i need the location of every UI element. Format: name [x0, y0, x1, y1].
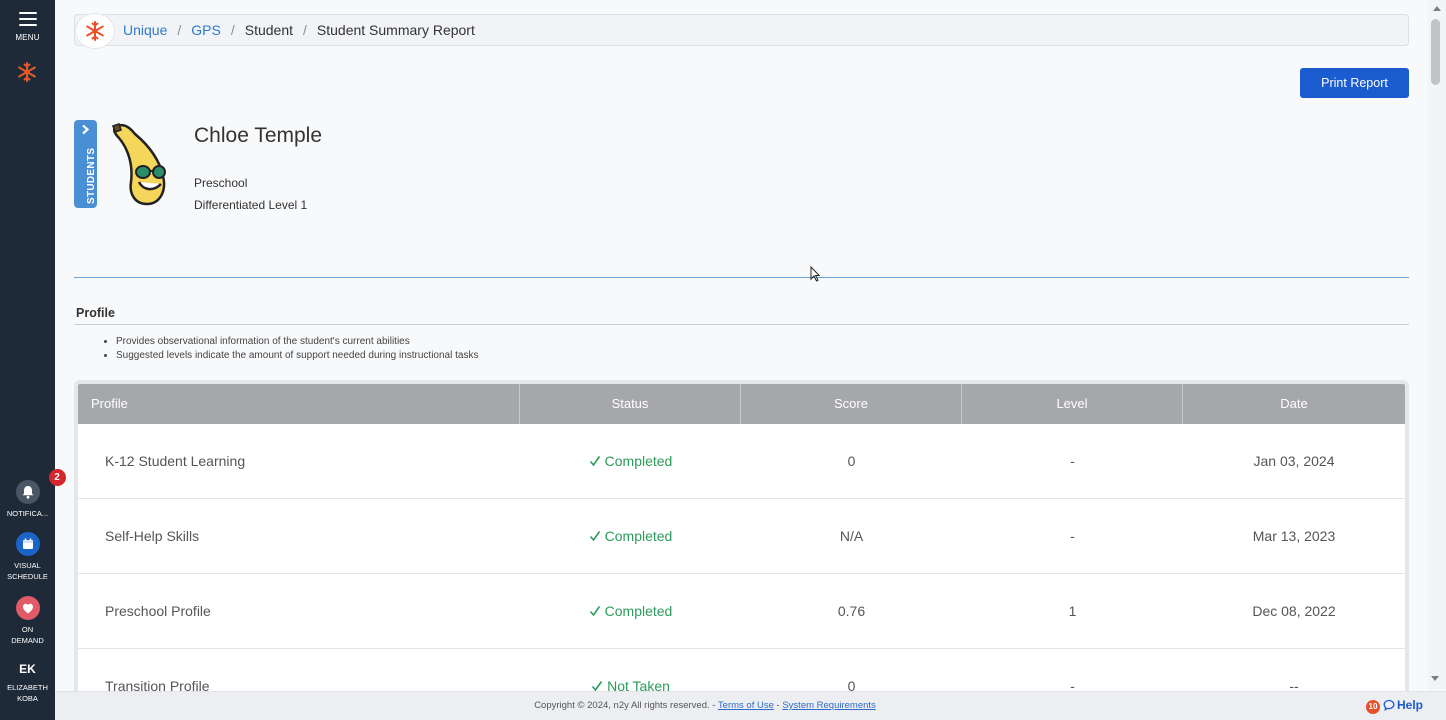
date-cell: Dec 08, 2022: [1252, 603, 1336, 619]
student-grade: Preschool: [194, 176, 248, 190]
breadcrumb-unique[interactable]: Unique: [123, 22, 167, 38]
user-account-button[interactable]: EK ELIZABETH KOBA: [0, 662, 55, 704]
mouse-cursor-icon: [810, 266, 820, 282]
students-panel-toggle[interactable]: STUDENTS: [74, 120, 97, 208]
notifications-label: NOTIFICA...: [6, 509, 49, 518]
print-report-button[interactable]: Print Report: [1300, 68, 1409, 98]
bell-icon: 2: [15, 469, 66, 504]
checkmark-icon: [589, 456, 600, 467]
student-avatar-banana: [112, 123, 166, 206]
column-header-score[interactable]: Score: [741, 384, 962, 424]
user-name-line2: KOBA: [17, 694, 38, 703]
home-logo[interactable]: [75, 13, 115, 49]
status-cell: Completed: [520, 574, 741, 649]
table-row[interactable]: K-12 Student Learning Completed 0 - Jan …: [78, 424, 1405, 499]
profile-description-list: Provides observational information of th…: [104, 335, 478, 363]
left-rail: MENU 2 NOTIFICA... VISUAL SCHEDULE ON DE…: [0, 0, 66, 720]
notifications-button[interactable]: 2 NOTIFICA...: [0, 469, 66, 519]
table-row[interactable]: Self-Help Skills Completed N/A - Mar 13,…: [78, 499, 1405, 574]
date-cell: Mar 13, 2023: [1252, 528, 1336, 544]
status-text: Completed: [604, 603, 673, 619]
breadcrumb: Unique / GPS / Student / Student Summary Repor…: [74, 13, 1409, 49]
status-cell: Completed: [520, 499, 741, 574]
calendar-icon: [15, 532, 40, 556]
status-cell: Completed: [520, 424, 741, 499]
profile-bullet: Suggested levels indicate the amount of …: [116, 349, 478, 363]
breadcrumb-separator: /: [230, 22, 235, 38]
terms-of-use-link[interactable]: Terms of Use: [718, 700, 774, 711]
help-count-badge: 10: [1366, 700, 1380, 714]
snowflake-logo-icon[interactable]: [16, 61, 38, 83]
visual-schedule-label-1: VISUAL: [14, 561, 41, 570]
heart-icon: [15, 596, 40, 620]
menu-label: MENU: [15, 33, 40, 42]
footer-dash: -: [776, 700, 780, 711]
profile-section-title: Profile: [76, 306, 115, 320]
checkmark-icon: [589, 606, 600, 617]
system-requirements-link[interactable]: System Requirements: [782, 700, 875, 711]
breadcrumb-separator: /: [303, 22, 307, 38]
column-header-date[interactable]: Date: [1183, 384, 1405, 424]
profile-section-rule: [74, 324, 1409, 325]
help-label: Help: [1397, 698, 1424, 712]
scroll-down-arrow-icon[interactable]: [1431, 676, 1439, 681]
user-name-line1: ELIZABETH: [7, 683, 48, 692]
table-header: Profile Status Score Level Date: [78, 384, 1405, 424]
column-header-status[interactable]: Status: [520, 384, 741, 424]
checkmark-icon: [589, 531, 600, 542]
breadcrumb-gps[interactable]: GPS: [191, 22, 221, 38]
score-cell: 0.76: [837, 603, 866, 619]
scroll-up-arrow-icon[interactable]: [1433, 6, 1441, 11]
profile-bullet: Provides observational information of th…: [116, 335, 478, 349]
user-initials: EK: [19, 662, 36, 676]
table-row[interactable]: Preschool Profile Completed 0.76 1 Dec 0…: [78, 574, 1405, 649]
date-cell: Jan 03, 2024: [1253, 453, 1335, 469]
page-scrollbar[interactable]: [1428, 0, 1446, 690]
notification-count-badge: 2: [48, 469, 66, 486]
copyright-text: Copyright © 2024, n2y All rights reserve…: [534, 700, 716, 711]
snowflake-icon: [86, 21, 104, 41]
visual-schedule-label-2: SCHEDULE: [7, 572, 48, 581]
breadcrumb-student: Student: [244, 22, 293, 38]
score-cell: N/A: [839, 528, 864, 544]
help-button[interactable]: 10 Help: [1366, 698, 1423, 714]
level-cell: -: [1070, 453, 1075, 469]
chevron-right-icon: [82, 124, 90, 135]
section-divider: [74, 277, 1409, 278]
profile-name-link[interactable]: Self-Help Skills: [105, 499, 199, 574]
hamburger-icon: [18, 12, 37, 26]
score-cell: 0: [847, 453, 856, 469]
students-tab-label: STUDENTS: [86, 147, 97, 204]
column-header-profile[interactable]: Profile: [78, 384, 520, 424]
profile-name-link[interactable]: K-12 Student Learning: [105, 424, 245, 499]
scrollbar-thumb[interactable]: [1431, 19, 1440, 85]
profile-table: Profile Status Score Level Date K-12 Stu…: [74, 380, 1409, 720]
column-header-level[interactable]: Level: [962, 384, 1183, 424]
status-text: Completed: [604, 528, 673, 544]
page-footer: Copyright © 2024, n2y All rights reserve…: [55, 691, 1446, 720]
visual-schedule-button[interactable]: VISUAL SCHEDULE: [0, 532, 55, 582]
menu-button[interactable]: MENU: [0, 12, 55, 42]
level-cell: 1: [1068, 603, 1077, 619]
on-demand-label-2: DEMAND: [11, 636, 44, 645]
breadcrumb-current-page: Student Summary Report: [316, 22, 475, 38]
status-text: Completed: [604, 453, 673, 469]
profile-name-link[interactable]: Preschool Profile: [105, 574, 211, 649]
breadcrumb-separator: /: [177, 22, 182, 38]
student-name: Chloe Temple: [194, 124, 323, 147]
student-level: Differentiated Level 1: [194, 198, 308, 212]
chat-bubble-icon: [1383, 699, 1395, 711]
on-demand-label-1: ON: [21, 625, 34, 634]
level-cell: -: [1070, 528, 1075, 544]
on-demand-button[interactable]: ON DEMAND: [0, 596, 55, 646]
